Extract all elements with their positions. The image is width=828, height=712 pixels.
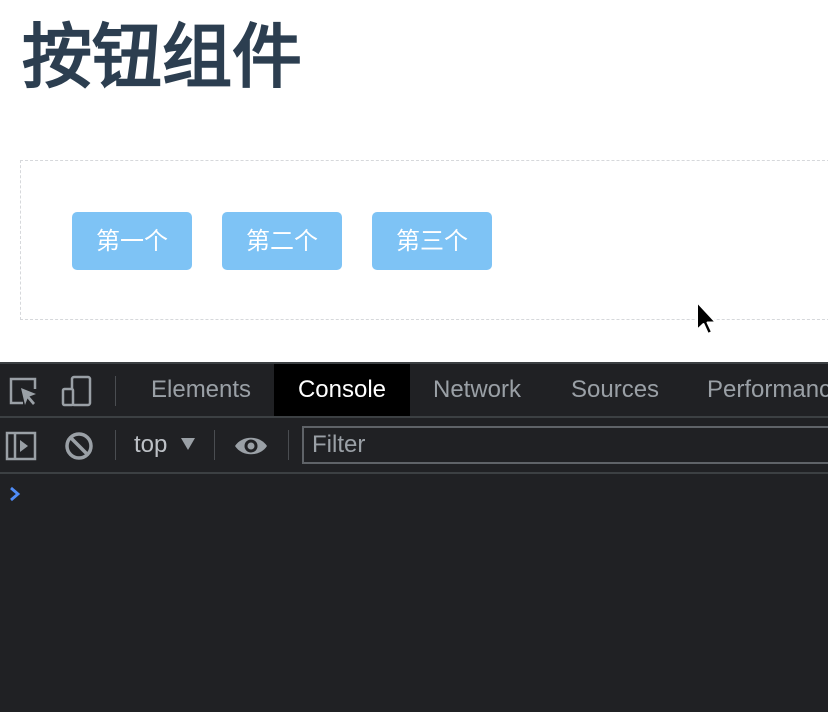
console-prompt-icon[interactable] (8, 486, 22, 502)
tab-performance[interactable]: Performance (707, 364, 828, 416)
console-toolbar: top Filter (0, 418, 828, 474)
tabbar-separator (115, 376, 116, 406)
button-demo-container: 第一个 第二个 第三个 (20, 160, 828, 320)
context-dropdown-icon[interactable] (180, 437, 196, 451)
context-selector[interactable]: top (134, 418, 167, 472)
cursor-icon (696, 301, 717, 335)
inspect-element-icon[interactable] (6, 374, 40, 408)
page-title: 按钮组件 (22, 16, 302, 98)
eye-icon[interactable] (234, 429, 268, 463)
filter-input[interactable]: Filter (302, 426, 828, 464)
tab-network[interactable]: Network (433, 364, 521, 416)
first-button[interactable]: 第一个 (72, 212, 192, 270)
tab-sources[interactable]: Sources (571, 364, 659, 416)
device-toolbar-icon[interactable] (60, 374, 94, 408)
sidebar-toggle-icon[interactable] (4, 429, 38, 463)
toolbar-separator-2 (214, 430, 215, 460)
clear-console-icon[interactable] (62, 429, 96, 463)
devtools-tabbar: Elements Console Network Sources Perform… (0, 364, 828, 418)
toolbar-separator (115, 430, 116, 460)
tab-console[interactable]: Console (274, 364, 410, 416)
third-button[interactable]: 第三个 (372, 212, 492, 270)
devtools-panel: Elements Console Network Sources Perform… (0, 362, 828, 712)
second-button[interactable]: 第二个 (222, 212, 342, 270)
tab-elements[interactable]: Elements (151, 364, 251, 416)
toolbar-separator-3 (288, 430, 289, 460)
